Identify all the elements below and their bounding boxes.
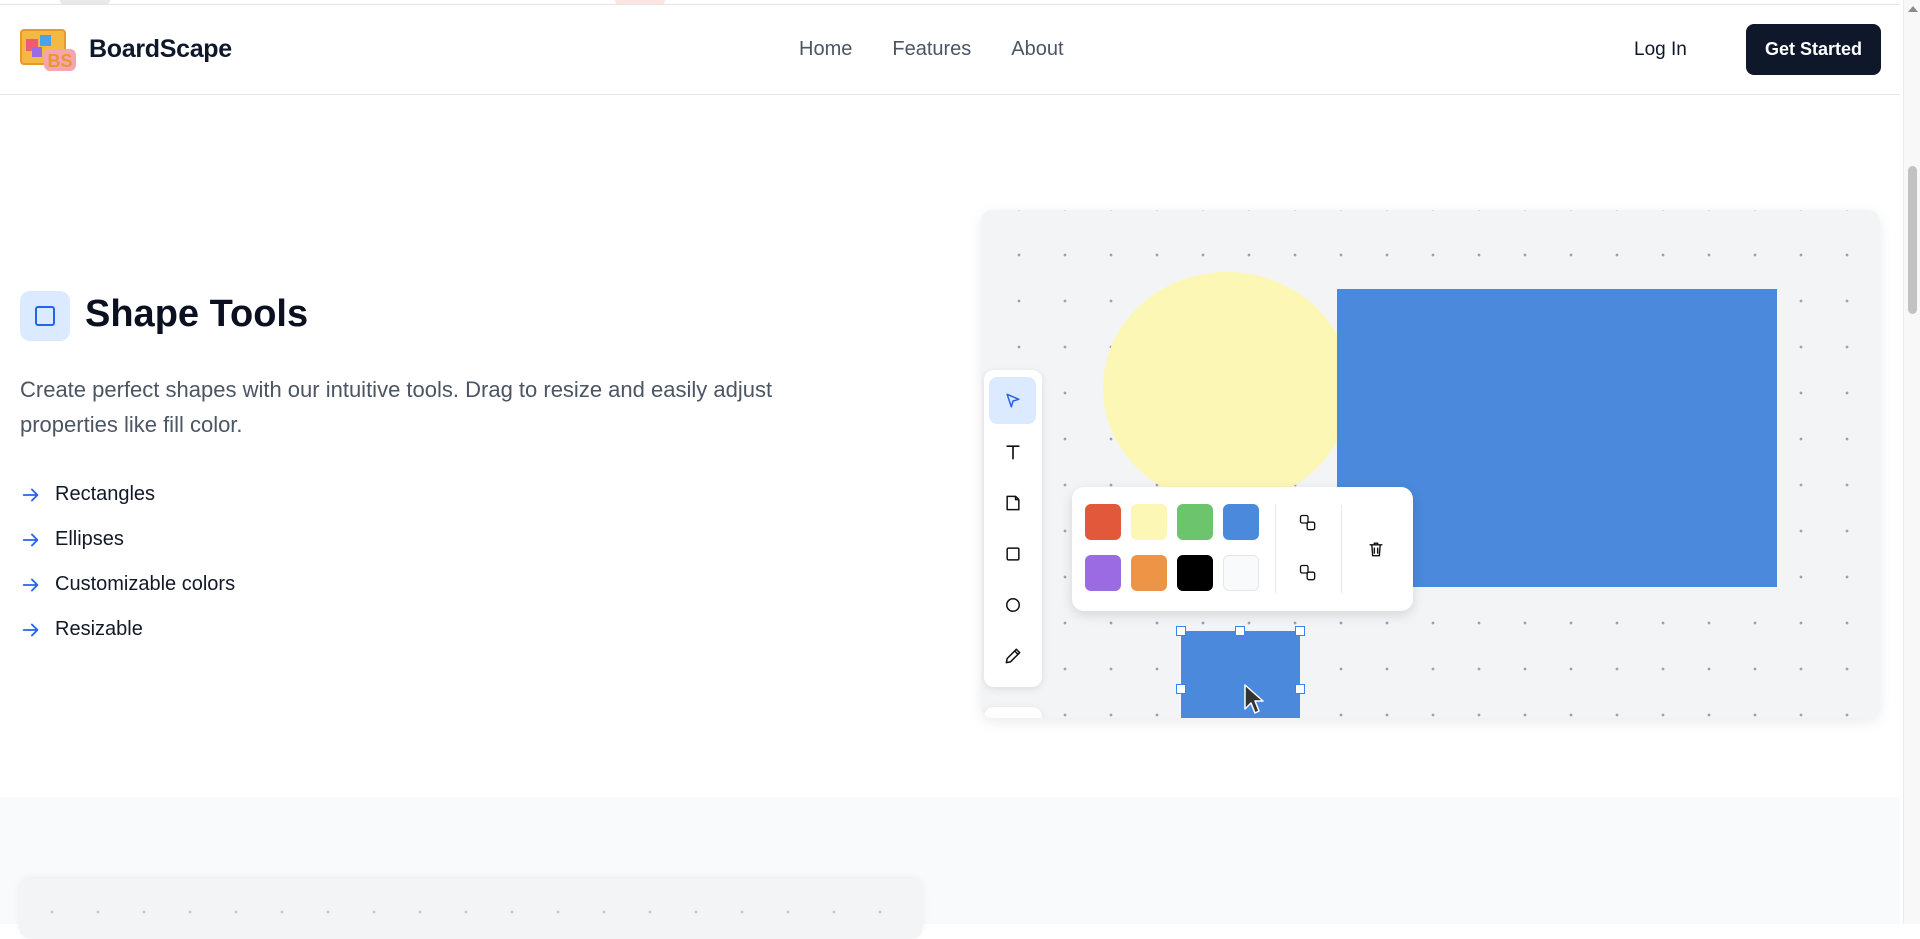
- selected-rectangle-shape[interactable]: [1176, 626, 1305, 718]
- list-item-label: Customizable colors: [55, 573, 236, 595]
- list-item: Resizable: [20, 607, 235, 652]
- divider: [1275, 505, 1276, 593]
- pencil-tool[interactable]: [989, 632, 1036, 679]
- canvas-demo-next: [19, 879, 923, 939]
- pencil-icon: [1005, 648, 1020, 663]
- rectangle-icon: [1005, 546, 1020, 561]
- list-item: Customizable colors: [20, 562, 235, 607]
- arrow-right-icon: [22, 488, 39, 501]
- ellipse-tool[interactable]: [989, 581, 1036, 628]
- shape-toolbar: [984, 370, 1042, 687]
- resize-handle[interactable]: [1176, 684, 1186, 694]
- list-item: Ellipses: [20, 517, 235, 562]
- divider: [1341, 505, 1342, 593]
- brand-name[interactable]: BoardScape: [89, 35, 232, 64]
- feature-title: Shape Tools: [85, 293, 309, 335]
- color-panel: [1072, 487, 1413, 611]
- scrollbar-thumb[interactable]: [1908, 166, 1917, 314]
- text-icon: [1005, 444, 1020, 459]
- rectangle-tool[interactable]: [989, 530, 1036, 577]
- nav-about[interactable]: About: [1011, 38, 1063, 61]
- main-nav: Home Features About: [799, 38, 1064, 61]
- arrow-right-icon: [22, 623, 39, 636]
- bring-forward-button[interactable]: [1292, 507, 1324, 539]
- send-backward-button[interactable]: [1292, 557, 1324, 589]
- nav-features[interactable]: Features: [892, 38, 971, 61]
- resize-handle[interactable]: [1295, 626, 1305, 636]
- ellipse-shape[interactable]: [1103, 272, 1351, 504]
- bring-forward-icon: [1299, 514, 1316, 531]
- color-swatch-red[interactable]: [1085, 504, 1121, 540]
- resize-handle[interactable]: [1235, 626, 1245, 636]
- color-swatch-white[interactable]: [1223, 555, 1259, 591]
- color-swatch-orange[interactable]: [1131, 555, 1167, 591]
- nav-home[interactable]: Home: [799, 38, 852, 61]
- resize-handle[interactable]: [1176, 626, 1186, 636]
- select-tool[interactable]: [989, 377, 1036, 424]
- sticky-note-tool[interactable]: [989, 479, 1036, 526]
- trash-icon: [1369, 542, 1383, 557]
- shape-tools-icon: [20, 291, 70, 341]
- feature-description: Create perfect shapes with our intuitive…: [20, 377, 773, 437]
- color-swatch-purple[interactable]: [1085, 555, 1121, 591]
- site-header: BS BoardScape Home Features About Log In…: [0, 4, 1900, 95]
- feature-list: Rectangles Ellipses Customizable colors …: [20, 472, 235, 652]
- arrow-right-icon: [22, 578, 39, 591]
- login-button[interactable]: Log In: [1634, 39, 1687, 61]
- page-scrollbar[interactable]: [1903, 0, 1920, 924]
- text-tool[interactable]: [989, 428, 1036, 475]
- select-icon: [1005, 393, 1020, 408]
- list-item-label: Rectangles: [55, 483, 156, 505]
- resize-handle[interactable]: [1295, 684, 1305, 694]
- color-swatch-green[interactable]: [1177, 504, 1213, 540]
- logo-icon[interactable]: BS: [20, 29, 78, 73]
- canvas-demo[interactable]: [981, 210, 1880, 718]
- logo-text: BS: [47, 51, 72, 71]
- sticky-note-icon: [1005, 495, 1020, 510]
- list-item-label: Ellipses: [55, 528, 124, 550]
- list-item-label: Resizable: [55, 618, 143, 640]
- color-swatch-black[interactable]: [1177, 555, 1213, 591]
- delete-button[interactable]: [1360, 533, 1392, 565]
- get-started-button[interactable]: Get Started: [1746, 24, 1881, 75]
- scroll-up-icon[interactable]: [1908, 6, 1918, 12]
- arrow-right-icon: [22, 533, 39, 546]
- send-backward-icon: [1299, 564, 1316, 581]
- list-item: Rectangles: [20, 472, 235, 517]
- mouse-pointer-icon: [1244, 684, 1264, 714]
- color-swatch-blue[interactable]: [1223, 504, 1259, 540]
- color-swatch-yellow[interactable]: [1131, 504, 1167, 540]
- ellipse-icon: [1005, 597, 1020, 612]
- toolbar-secondary: [984, 707, 1042, 718]
